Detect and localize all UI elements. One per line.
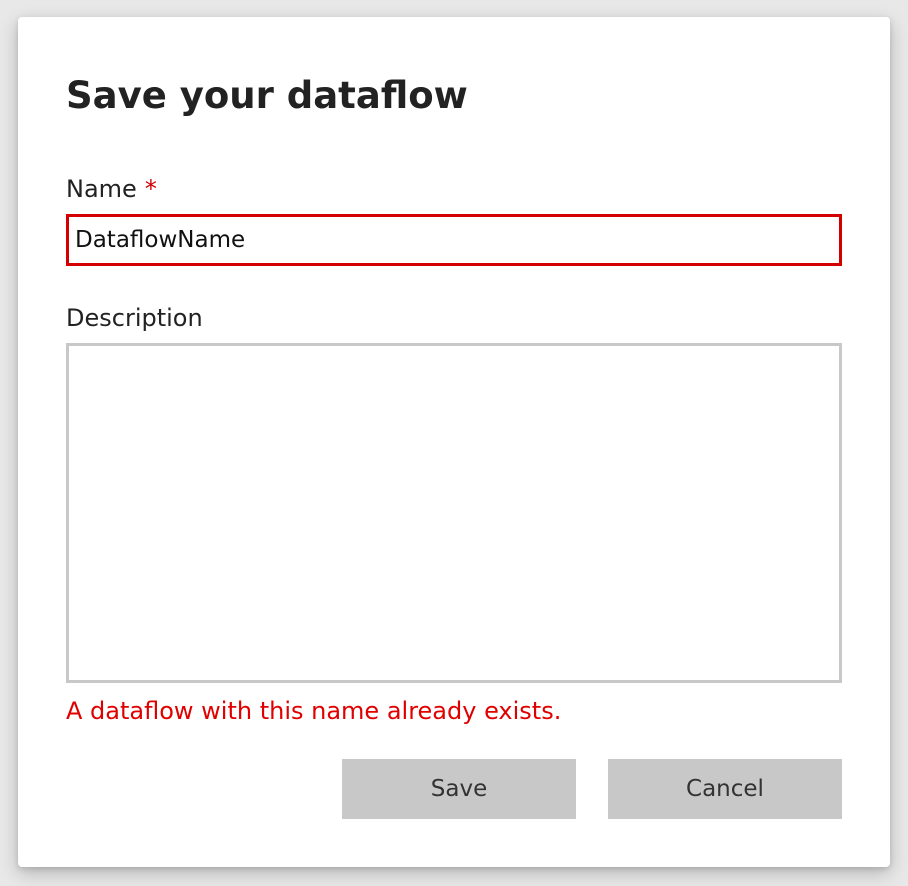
name-input[interactable] [66,214,842,266]
save-dataflow-dialog: Save your dataflow Name * Description A d… [18,17,890,867]
name-label: Name * [66,173,157,205]
description-label: Description [66,302,203,334]
save-button[interactable]: Save [342,759,576,819]
dialog-title: Save your dataflow [66,71,468,121]
name-error-message: A dataflow with this name already exists… [66,694,561,728]
cancel-button[interactable]: Cancel [608,759,842,819]
name-label-text: Name [66,175,137,203]
description-textarea[interactable] [66,343,842,683]
required-asterisk: * [145,175,157,203]
